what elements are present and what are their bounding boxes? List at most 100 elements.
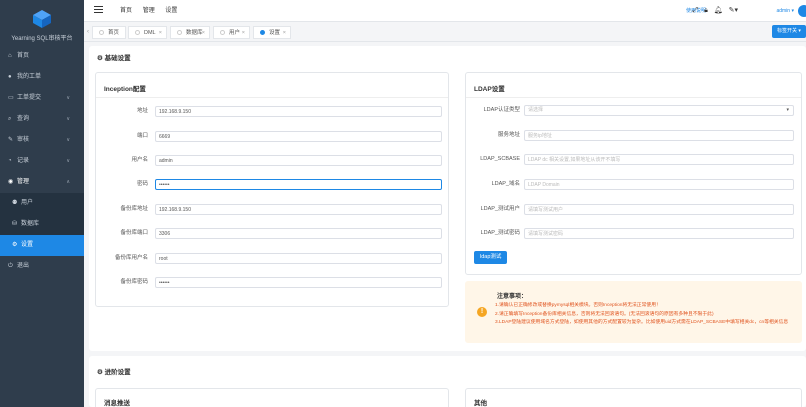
inception-user-input[interactable] xyxy=(155,155,442,166)
theme-icon[interactable]: ✎▾ xyxy=(729,7,738,14)
tab-close-icon[interactable]: × xyxy=(159,27,162,40)
backup-user-input[interactable] xyxy=(155,253,442,264)
tab-database[interactable]: 数据库 × xyxy=(170,26,210,39)
field-label: 服务地址 xyxy=(497,132,520,138)
home-icon: ⌂ xyxy=(8,53,12,59)
lock-icon[interactable]: 🔒︎ xyxy=(704,7,708,14)
tab-toggle-button[interactable]: 标签开关 ▾ xyxy=(772,25,806,38)
sidebar-item-records[interactable]: ◔ 记录 ∨ xyxy=(0,151,84,172)
bell-icon[interactable]: 🔔︎ xyxy=(714,7,723,14)
logo-area: Yearning SQL审核平台 xyxy=(0,0,84,46)
tab-home[interactable]: 首页 xyxy=(92,26,126,39)
field-label: 端口 xyxy=(136,133,148,139)
form-row: LDAP认证类型 请选择 ▾ xyxy=(466,105,801,116)
search-icon: ⌕ xyxy=(8,116,12,122)
sidebar: Yearning SQL审核平台 ⌂ 首页 ● 我的工单 ▭ 工单提交 ∨ ⌕ 查询 ∨… xyxy=(0,0,84,407)
chevron-down-icon: ∨ xyxy=(66,158,70,164)
form-row: 密码 xyxy=(96,179,448,190)
field-label: 备份库用户名 xyxy=(114,255,148,261)
ldap-domain-input[interactable] xyxy=(524,179,794,190)
inception-password-input[interactable] xyxy=(155,179,442,190)
tab-settings[interactable]: 设置 × xyxy=(253,26,291,39)
inception-panel: Inception配置 地址 端口 用户名 密码 备份库地址 备份库端口 备份库… xyxy=(95,72,449,307)
chevron-up-icon: ∧ xyxy=(66,179,70,185)
sidebar-item-database[interactable]: ⛁ 数据库 xyxy=(0,214,84,235)
breadcrumb: 首页 管理 设置 xyxy=(120,0,186,22)
backup-host-input[interactable] xyxy=(155,204,442,215)
tab-dot-icon xyxy=(177,30,182,35)
form-row: 备份库端口 xyxy=(96,228,448,239)
sidebar-item-query[interactable]: ⌕ 查询 ∨ xyxy=(0,109,84,130)
brand-name: Yearning SQL审核平台 xyxy=(11,36,73,42)
gear-icon: ⚙ xyxy=(97,369,103,376)
tab-dot-icon xyxy=(135,30,140,35)
chevron-down-icon: ∨ xyxy=(66,137,70,143)
form-row: LDAP_域名 xyxy=(466,179,801,190)
edit-icon: ✎ xyxy=(8,137,14,143)
form-row: 备份库用户名 xyxy=(96,253,448,264)
tab-close-icon[interactable]: × xyxy=(242,27,245,40)
ldap-test-button[interactable]: ldap测试 xyxy=(474,251,508,264)
tab-close-icon[interactable]: × xyxy=(202,27,205,40)
cube-logo-icon xyxy=(33,10,51,28)
sidebar-item-audit[interactable]: ✎ 审核 ∨ xyxy=(0,130,84,151)
breadcrumb-settings[interactable]: 设置 xyxy=(165,8,177,14)
tabs-scroll-left-icon[interactable]: ‹ xyxy=(84,22,92,42)
tab-dml[interactable]: DML × xyxy=(128,26,167,39)
sidebar-item-my-tickets[interactable]: ● 我的工单 xyxy=(0,67,84,88)
backup-password-input[interactable] xyxy=(155,277,442,288)
backup-port-input[interactable] xyxy=(155,228,442,239)
field-label: LDAP_测试密码 xyxy=(480,230,520,236)
message-push-title: 消息推送 xyxy=(104,400,130,407)
tab-users[interactable]: 用户 × xyxy=(213,26,250,39)
advanced-settings-card: ⚙ 进阶设置 消息推送 其他 xyxy=(89,356,806,407)
ldap-test-user-input[interactable] xyxy=(524,204,794,215)
ldap-panel-title: LDAP设置 xyxy=(474,86,505,93)
sidebar-item-settings[interactable]: ⚙ 设置 xyxy=(0,235,84,256)
ldap-panel: LDAP设置 LDAP认证类型 请选择 ▾ 服务地址 LDAP_SCBASE L… xyxy=(465,72,802,275)
breadcrumb-manage[interactable]: 管理 xyxy=(143,8,155,14)
basic-settings-card: ⚙ 基础设置 Inception配置 地址 端口 用户名 密码 备份库地址 备份… xyxy=(89,46,806,351)
sidebar-submenu-manage: ⚉ 用户 ⛁ 数据库 ⚙ 设置 xyxy=(0,193,84,256)
field-label: 备份库密码 xyxy=(120,279,148,285)
terminal-icon: ▭ xyxy=(8,95,14,101)
field-label: LDAP_测试用户 xyxy=(480,206,520,212)
field-label: 备份库端口 xyxy=(120,230,148,236)
notice-line: 3.LDAP登陆建议使用域名方式登陆，如使用其他的方式配置较为复杂。比如使用ui… xyxy=(495,320,789,325)
form-row: LDAP_测试密码 xyxy=(466,228,801,239)
avatar[interactable] xyxy=(798,5,806,17)
notice-line: 2.请正确填写Inception备份库相关信息，否则将无法回滚语句。(无法回滚语… xyxy=(495,312,714,317)
gear-icon: ⚙ xyxy=(12,242,18,248)
sidebar-item-submit-ticket[interactable]: ▭ 工单提交 ∨ xyxy=(0,88,84,109)
user-icon: ● xyxy=(8,74,12,80)
tab-dot-icon xyxy=(260,30,265,35)
breadcrumb-home[interactable]: 首页 xyxy=(120,8,132,14)
inception-host-input[interactable] xyxy=(155,106,442,117)
database-icon: ⛁ xyxy=(12,221,18,227)
inception-panel-title: Inception配置 xyxy=(104,86,146,93)
form-row: 地址 xyxy=(96,106,448,117)
form-row: 服务地址 xyxy=(466,130,801,141)
form-row: 端口 xyxy=(96,131,448,142)
form-row: LDAP_SCBASE xyxy=(466,154,801,165)
tab-close-icon[interactable]: × xyxy=(283,27,286,40)
tab-dot-icon xyxy=(99,30,104,35)
ldap-scbase-input[interactable] xyxy=(524,154,794,165)
sidebar-item-logout[interactable]: ⏻ 退出 xyxy=(0,256,84,277)
ldap-type-select[interactable]: 请选择 ▾ xyxy=(524,105,794,116)
sidebar-item-users[interactable]: ⚉ 用户 xyxy=(0,193,84,214)
gear-icon: ⚙ xyxy=(97,55,103,62)
ldap-host-input[interactable] xyxy=(524,130,794,141)
sidebar-item-manage[interactable]: ◉ 管理 ∧ xyxy=(0,172,84,193)
inception-port-input[interactable] xyxy=(155,131,442,142)
fullscreen-icon[interactable]: ⤢ xyxy=(693,7,699,14)
user-menu[interactable]: admin ▾ xyxy=(776,0,794,22)
notice-box: ! 注意事项： 1.请确认已正确修改或替换pymysql相关模块。否则Incep… xyxy=(465,281,802,343)
menu-toggle-icon[interactable] xyxy=(94,6,103,15)
form-row: 用户名 xyxy=(96,155,448,166)
form-row: LDAP_测试用户 xyxy=(466,204,801,215)
sidebar-item-home[interactable]: ⌂ 首页 xyxy=(0,46,84,67)
notice-title: 注意事项： xyxy=(497,294,528,300)
ldap-test-password-input[interactable] xyxy=(524,228,794,239)
warning-icon: ! xyxy=(477,307,487,317)
